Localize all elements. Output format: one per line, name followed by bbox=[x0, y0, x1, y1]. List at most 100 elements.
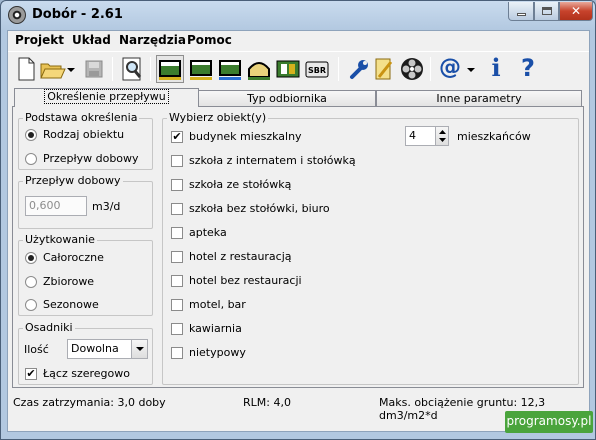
object-checkbox[interactable]: ✔ bbox=[171, 131, 183, 143]
maximize-icon bbox=[542, 7, 552, 15]
tab-other-label: Inne parametry bbox=[436, 92, 522, 105]
minimize-button[interactable] bbox=[508, 2, 534, 21]
object-checkbox[interactable] bbox=[171, 251, 183, 263]
status-rlm: RLM: 4,0 bbox=[243, 396, 291, 409]
objects-group: Wybierz obiekt(y) ✔ budynek mieszkalny s… bbox=[162, 111, 579, 385]
chevron-down-icon[interactable] bbox=[131, 340, 147, 358]
object-checkbox[interactable] bbox=[171, 323, 183, 335]
flow-group: Przepływ dobowy 0,600 m3/d bbox=[18, 174, 153, 229]
status-bar: Czas zatrzymania: 3,0 doby RLM: 4,0 Maks… bbox=[8, 390, 589, 432]
radio-seasonal-label: Sezonowe bbox=[43, 298, 99, 311]
magnifier-icon[interactable] bbox=[118, 55, 146, 83]
residents-count-spinner[interactable]: 4 bbox=[405, 126, 449, 146]
object-label: apteka bbox=[189, 226, 227, 239]
menu-narzedzia[interactable]: Narzędzia bbox=[119, 33, 186, 47]
client-area: Projekt Układ Narzędzia Pomoc SBR @ i ? … bbox=[7, 30, 590, 432]
help-icon[interactable]: ? bbox=[514, 55, 542, 83]
object-checkbox[interactable] bbox=[171, 155, 183, 167]
daily-flow-unit: m3/d bbox=[92, 200, 121, 213]
basis-group: Podstawa określenia Rodzaj obiektu Przep… bbox=[18, 111, 153, 170]
objects-group-label: Wybierz obiekt(y) bbox=[167, 111, 269, 124]
sbr-label: SBR bbox=[308, 66, 326, 75]
object-label: hotel bez restauracji bbox=[189, 274, 302, 287]
menu-uklad[interactable]: Układ bbox=[72, 33, 111, 47]
flow-group-label: Przepływ dobowy bbox=[23, 174, 123, 187]
object-label: szkoła ze stołówką bbox=[189, 178, 292, 191]
app-icon bbox=[8, 6, 26, 24]
info-icon[interactable]: i bbox=[482, 55, 510, 83]
tab-flow[interactable]: Określenie przepływu bbox=[14, 88, 199, 107]
basis-group-label: Podstawa określenia bbox=[23, 111, 140, 124]
object-label: motel, bar bbox=[189, 298, 246, 311]
tab-pane: Podstawa określenia Rodzaj obiektu Przep… bbox=[12, 106, 584, 388]
toolbar: SBR @ i ? bbox=[8, 51, 589, 85]
toolbar-separator bbox=[150, 57, 151, 81]
spinner-arrows-icon[interactable] bbox=[435, 127, 448, 145]
tank-section-1-icon[interactable] bbox=[156, 55, 184, 83]
watermark-logo: programosy.pl bbox=[505, 411, 593, 433]
menu-projekt[interactable]: Projekt bbox=[15, 33, 64, 47]
maximize-button[interactable] bbox=[534, 2, 559, 21]
new-file-icon[interactable] bbox=[12, 55, 40, 83]
menu-pomoc[interactable]: Pomoc bbox=[187, 33, 232, 47]
tab-flow-label: Określenie przepływu bbox=[44, 89, 169, 104]
object-checkbox[interactable] bbox=[171, 203, 183, 215]
object-checkbox[interactable] bbox=[171, 347, 183, 359]
series-checkbox[interactable]: ✔ bbox=[25, 368, 37, 380]
object-label: hotel z restauracją bbox=[189, 250, 292, 263]
at-sign-icon[interactable]: @ bbox=[436, 55, 464, 83]
radio-seasonal-button[interactable] bbox=[25, 299, 37, 311]
object-label: nietypowy bbox=[189, 346, 246, 359]
tank-section-2-icon[interactable] bbox=[187, 55, 215, 83]
object-checkbox[interactable] bbox=[171, 227, 183, 239]
open-dropdown-icon[interactable] bbox=[64, 55, 78, 83]
object-label: szkoła bez stołówki, biuro bbox=[189, 202, 330, 215]
wrench-icon[interactable] bbox=[344, 55, 372, 83]
at-dropdown-icon[interactable] bbox=[464, 55, 478, 83]
object-checkbox[interactable] bbox=[171, 179, 183, 191]
settlers-qty-select[interactable]: Dowolna bbox=[67, 339, 148, 359]
window-title: Dobór - 2.61 bbox=[32, 7, 123, 22]
tab-receiver-label: Typ odbiornika bbox=[247, 92, 327, 105]
radio-daily-flow-label: Przepływ dobowy bbox=[43, 152, 139, 165]
sbr-icon[interactable]: SBR bbox=[303, 55, 331, 83]
object-label: budynek mieszkalny bbox=[189, 130, 302, 143]
usage-group-label: Użytkowanie bbox=[23, 233, 97, 246]
tank-section-3-icon[interactable] bbox=[216, 55, 244, 83]
close-icon: ✕ bbox=[570, 4, 582, 18]
settlers-group-label: Osadniki bbox=[23, 321, 75, 334]
tab-strip: Określenie przepływu Typ odbiornika Inne… bbox=[12, 88, 584, 107]
radio-collective-button[interactable] bbox=[25, 276, 37, 288]
open-folder-icon[interactable] bbox=[38, 55, 66, 83]
residents-count-unit: mieszkańców bbox=[457, 130, 531, 143]
toolbar-separator bbox=[112, 57, 113, 81]
radio-collective-label: Zbiorowe bbox=[43, 275, 95, 288]
radio-object-type-label: Rodzaj obiektu bbox=[43, 128, 125, 141]
object-checkbox[interactable] bbox=[171, 299, 183, 311]
toolbar-separator bbox=[338, 57, 339, 81]
flower-icon[interactable] bbox=[398, 55, 426, 83]
tab-receiver-type[interactable]: Typ odbiornika bbox=[198, 90, 376, 106]
toolbar-separator bbox=[430, 57, 431, 81]
minimize-icon bbox=[517, 13, 526, 16]
settlers-qty-value: Dowolna bbox=[71, 342, 119, 355]
title-bar[interactable]: Dobór - 2.61 ✕ bbox=[1, 1, 595, 29]
tab-other-params[interactable]: Inne parametry bbox=[376, 90, 582, 106]
save-disk-icon[interactable] bbox=[80, 55, 108, 83]
object-label: szkoła z internatem i stołówką bbox=[189, 154, 356, 167]
settlers-qty-label: Ilość bbox=[24, 343, 49, 356]
app-window: Dobór - 2.61 ✕ Projekt Układ Narzędzia P… bbox=[0, 0, 596, 440]
filter-device-icon[interactable] bbox=[274, 55, 302, 83]
tunnel-icon[interactable] bbox=[245, 55, 273, 83]
radio-year-round-button[interactable] bbox=[25, 252, 37, 264]
close-button[interactable]: ✕ bbox=[559, 2, 593, 21]
radio-object-type-button[interactable] bbox=[25, 129, 37, 141]
daily-flow-input[interactable]: 0,600 bbox=[25, 196, 87, 216]
menu-bar: Projekt Układ Narzędzia Pomoc bbox=[8, 31, 589, 50]
series-checkbox-label: Łącz szeregowo bbox=[43, 367, 131, 380]
status-retention: Czas zatrzymania: 3,0 doby bbox=[13, 396, 166, 409]
object-checkbox[interactable] bbox=[171, 275, 183, 287]
radio-daily-flow-button[interactable] bbox=[25, 153, 37, 165]
pencil-note-icon[interactable] bbox=[370, 55, 398, 83]
radio-year-round-label: Całoroczne bbox=[43, 251, 104, 264]
